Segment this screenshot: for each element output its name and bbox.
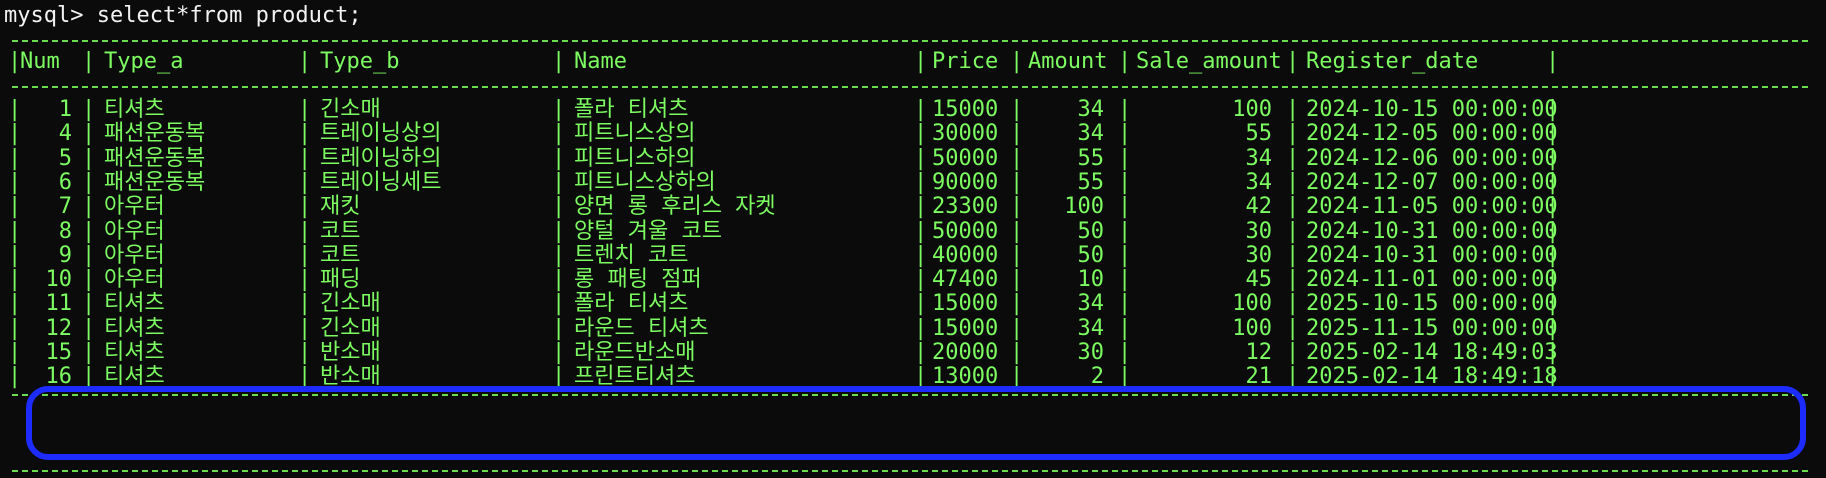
table-cell-num: 11: [45, 291, 73, 316]
table-cell-type_b: 반소매: [320, 364, 381, 389]
table-cell-num: 16: [45, 364, 73, 389]
row-pipe: |: [914, 291, 928, 316]
table-cell-register_date: 2025-02-14 18:49:18: [1306, 364, 1558, 389]
table-cell-price: 15000: [932, 291, 999, 316]
table-border-bottom: [12, 470, 1808, 472]
header-pipe: |: [298, 49, 312, 74]
column-header: Name: [574, 49, 627, 74]
header-pipe: |: [1286, 49, 1300, 74]
header-pipe: |: [914, 49, 928, 74]
row-pipe: |: [1286, 121, 1300, 146]
table-cell-register_date: 2024-12-05 00:00:00: [1306, 121, 1558, 146]
row-pipe: |: [1118, 291, 1132, 316]
row-pipe: |: [298, 291, 312, 316]
row-pipe: |: [1286, 291, 1300, 316]
header-pipe: |: [1546, 49, 1560, 74]
row-pipe: |: [1118, 194, 1132, 219]
table-cell-amount: 100: [1064, 194, 1104, 219]
header-pipe: |: [552, 49, 566, 74]
row-pipe: |: [552, 291, 566, 316]
row-pipe: |: [82, 121, 96, 146]
row-pipe: |: [298, 364, 312, 389]
row-pipe: |: [552, 121, 566, 146]
row-pipe: |: [914, 364, 928, 389]
table-cell-price: 30000: [932, 121, 999, 146]
row-pipe: |: [1118, 364, 1132, 389]
table-cell-type_b: 트레이닝상의: [320, 121, 442, 146]
table-cell-name: 양면 롱 후리스 자켓: [574, 194, 776, 219]
row-pipe: |: [298, 194, 312, 219]
row-pipe: |: [914, 194, 928, 219]
column-header: Register_date: [1306, 49, 1479, 74]
header-pipe: |: [1118, 49, 1132, 74]
table-cell-amount: 34: [1077, 291, 1105, 316]
column-header: Amount: [1028, 49, 1108, 74]
row-pipe: |: [1010, 364, 1024, 389]
table-cell-price: 13000: [932, 364, 999, 389]
row-pipe: |: [552, 364, 566, 389]
table-cell-type_a: 패션운동복: [104, 121, 206, 146]
terminal-window[interactable]: mysql> select*from product; | | | | | | | | | Num…: [0, 0, 1826, 478]
table-cell-amount: 2: [1090, 364, 1104, 389]
table-cell-amount: 34: [1077, 121, 1105, 146]
table-cell-register_date: 2025-10-15 00:00:00: [1306, 291, 1558, 316]
table-cell-type_b: 긴소매: [320, 291, 381, 316]
row-pipe: |: [82, 194, 96, 219]
row-pipe: |: [552, 194, 566, 219]
table-cell-num: 4: [58, 121, 72, 146]
row-pipe: |: [1010, 291, 1024, 316]
table-header-separator: [12, 86, 1808, 88]
table-cell-type_a: 아우터: [104, 194, 165, 219]
header-pipe: |: [82, 49, 96, 74]
column-header: Type_a: [104, 49, 184, 74]
table-cell-price: 23300: [932, 194, 999, 219]
row-pipe: |: [82, 364, 96, 389]
column-header: Sale_amount: [1136, 49, 1282, 74]
row-pipe: |: [1010, 194, 1024, 219]
row-pipe: |: [1286, 194, 1300, 219]
table-cell-name: 프린트티셔츠: [574, 364, 696, 389]
row-pipe: |: [1286, 364, 1300, 389]
command-prompt: mysql> select*from product;: [4, 3, 362, 28]
table-cell-sale_amount: 100: [1232, 291, 1272, 316]
table-cell-type_a: 티셔츠: [104, 364, 165, 389]
row-pipe: |: [82, 291, 96, 316]
table-cell-register_date: 2024-11-05 00:00:00: [1306, 194, 1558, 219]
column-header: Num: [20, 49, 60, 74]
table-border-bottom-partial: [12, 394, 1808, 396]
column-header: Price: [932, 49, 999, 74]
table-cell-name: 피트니스상의: [574, 121, 696, 146]
scrollbar[interactable]: [1820, 0, 1826, 478]
header-pipe: |: [1010, 49, 1024, 74]
table-border-top: [12, 40, 1808, 42]
row-pipe: |: [914, 121, 928, 146]
table-cell-name: 폴라 티셔츠: [574, 291, 689, 316]
table-cell-sale_amount: 55: [1245, 121, 1273, 146]
table-cell-type_b: 재킷: [320, 194, 361, 219]
row-pipe: |: [298, 121, 312, 146]
table-cell-num: 7: [58, 194, 72, 219]
highlight-annotation: [26, 386, 1806, 460]
row-pipe: |: [1010, 121, 1024, 146]
row-pipe: |: [1118, 121, 1132, 146]
table-cell-sale_amount: 42: [1245, 194, 1273, 219]
table-cell-type_a: 티셔츠: [104, 291, 165, 316]
table-cell-sale_amount: 21: [1245, 364, 1273, 389]
column-header: Type_b: [320, 49, 400, 74]
